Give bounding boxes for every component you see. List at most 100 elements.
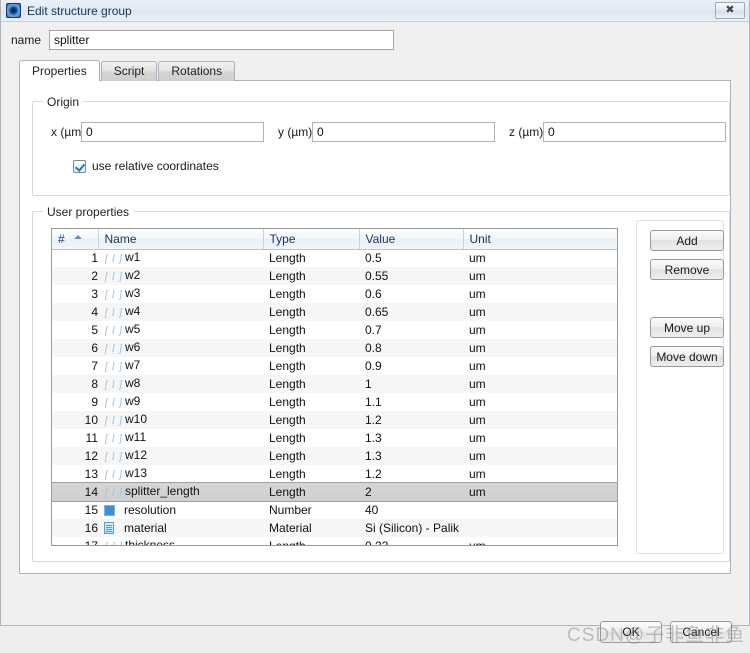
row-type: Length [269,395,306,409]
length-icon: [ l ] [104,539,123,546]
row-value[interactable]: Si (Silicon) - Palik [359,519,463,537]
structure-group-icon [6,3,21,18]
z-input[interactable] [543,122,726,142]
row-value[interactable]: 0.55 [359,267,463,285]
row-unit: um [469,359,486,373]
user-properties-group-title: User properties [43,205,134,219]
length-icon: [ l ] [104,449,123,463]
row-value[interactable]: 1.2 [359,411,463,429]
table-row[interactable]: 6[ l ] w6 Length 0.8 um [52,339,617,357]
row-value[interactable]: 1.3 [359,429,463,447]
move-up-button[interactable]: Move up [650,317,724,338]
table-row[interactable]: 8[ l ] w8 Length 1 um [52,375,617,393]
row-name-cell: [ l ] w11 [98,429,263,447]
row-value[interactable]: 0.22 [359,537,463,545]
use-relative-coordinates-row[interactable]: use relative coordinates [73,159,219,173]
use-relative-coordinates-checkbox[interactable] [73,159,86,173]
row-value[interactable]: 1 [359,375,463,393]
row-name-cell: [ l ] w9 [98,393,263,411]
tab-rotations[interactable]: Rotations [158,61,236,81]
table-row[interactable]: 13[ l ] w13 Length 1.2 um [52,465,617,483]
row-unit [463,519,617,537]
table-row[interactable]: 10[ l ] w10 Length 1.2 um [52,411,617,429]
row-value[interactable]: 0.65 [359,303,463,321]
table-row[interactable]: 9[ l ] w9 Length 1.1 um [52,393,617,411]
row-index: 8 [91,377,98,391]
row-type: Number [269,503,312,517]
column-header-type[interactable]: Type [263,229,360,250]
row-name-cell: [ l ] w4 [98,303,263,321]
user-properties-table-wrap[interactable]: # Name Type Value Unit 1 [ l ] w1 Length 0.5… [51,228,618,546]
row-value[interactable]: 2 [359,483,463,501]
table-row[interactable]: 11[ l ] w11 Length 1.3 um [52,429,617,447]
row-unit: um [469,539,486,546]
row-type: Length [269,431,306,445]
table-row[interactable]: 15 resolution Number 40 [52,501,617,519]
row-name-cell: [ l ] w6 [98,339,263,357]
z-label: z (µm) [509,125,544,139]
table-row[interactable]: 12[ l ] w12 Length 1.3 um [52,447,617,465]
row-type: Length [269,287,306,301]
y-input[interactable] [312,122,495,142]
length-icon: [ l ] [104,467,123,481]
tab-script[interactable]: Script [100,61,158,81]
row-name-cell: [ l ] w5 [98,321,263,339]
row-type: Length [269,377,306,391]
table-row[interactable]: 5[ l ] w5 Length 0.7 um [52,321,617,339]
column-header-index[interactable]: # [52,229,99,250]
length-icon: [ l ] [104,395,123,409]
row-name-label: resolution [124,503,177,517]
row-value[interactable]: 0.7 [359,321,463,339]
column-header-value[interactable]: Value [359,229,464,250]
row-value[interactable]: 1.1 [359,393,463,411]
row-unit: um [469,485,486,499]
row-unit: um [469,413,486,427]
row-value[interactable]: 0.8 [359,339,463,357]
row-value[interactable]: 1.2 [359,465,463,483]
use-relative-coordinates-label: use relative coordinates [92,159,219,173]
remove-button[interactable]: Remove [650,259,724,280]
row-value[interactable]: 0.6 [359,285,463,303]
row-name-cell: [ l ] w2 [98,267,263,285]
row-unit: um [469,323,486,337]
y-label: y (µm) [278,125,313,139]
row-value[interactable]: 1.3 [359,447,463,465]
row-index: 5 [91,323,98,337]
row-unit: um [469,287,486,301]
row-index: 17 [84,539,98,546]
column-header-unit[interactable]: Unit [463,229,617,250]
table-row[interactable]: 4[ l ] w4 Length 0.65 um [52,303,617,321]
table-row[interactable]: 7[ l ] w7 Length 0.9 um [52,357,617,375]
name-label: name [11,33,42,47]
row-unit: um [469,377,486,391]
row-name-cell: material [98,519,263,537]
row-name-label: w9 [125,394,141,408]
row-index: 15 [84,503,98,517]
row-name-cell: [ l ] w1 [98,249,263,267]
x-input[interactable] [81,122,264,142]
table-row[interactable]: 17[ l ] thickness Length 0.22 um [52,537,617,546]
column-header-name[interactable]: Name [98,229,264,250]
length-icon: [ l ] [104,431,123,445]
add-button[interactable]: Add [650,230,724,251]
close-icon[interactable]: ✖ [715,2,745,19]
row-type: Material [269,521,312,535]
cancel-button[interactable]: Cancel [670,621,732,643]
table-row[interactable]: 14[ l ] splitter_length Length 2 um [52,482,617,502]
table-row[interactable]: 2[ l ] w2 Length 0.55 um [52,267,617,285]
row-unit: um [469,251,486,266]
table-row[interactable]: 1[ l ] w1 Length 0.5 um [52,249,617,267]
table-row[interactable]: 3[ l ] w3 Length 0.6 um [52,285,617,303]
name-input[interactable] [49,30,394,50]
row-value[interactable]: 0.5 [359,249,463,267]
row-value[interactable]: 0.9 [359,357,463,375]
table-row[interactable]: 16 material Material Si (Silicon) - Palik [52,519,617,537]
row-name-label: w12 [125,448,148,462]
row-name-label: w13 [125,466,148,480]
row-value[interactable]: 40 [359,501,463,519]
row-name-label: w2 [125,268,141,282]
row-name-cell: [ l ] w10 [98,411,263,429]
ok-button[interactable]: OK [600,621,662,643]
move-down-button[interactable]: Move down [650,346,724,367]
tab-properties[interactable]: Properties [19,60,100,81]
